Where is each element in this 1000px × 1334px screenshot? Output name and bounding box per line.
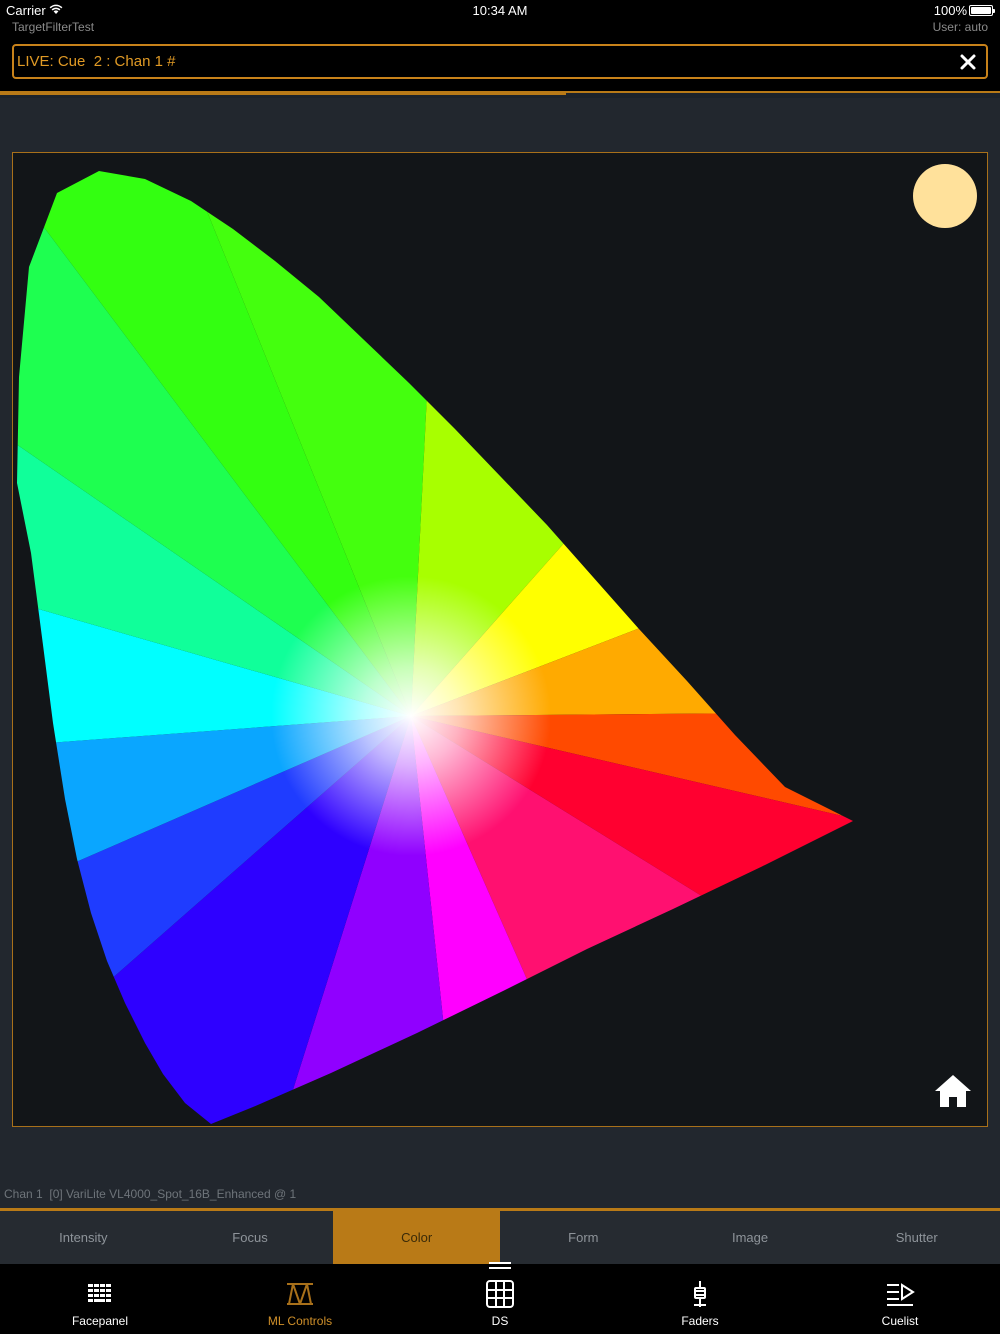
nav-facepanel[interactable]: Facepanel (0, 1264, 200, 1334)
close-icon[interactable] (956, 50, 980, 74)
ds-grid-icon (486, 1280, 514, 1308)
nav-label: ML Controls (267, 1314, 333, 1328)
home-icon[interactable] (931, 1071, 975, 1111)
faders-icon (694, 1281, 706, 1307)
facepanel-icon (88, 1284, 111, 1302)
status-bar: Carrier TargetFilterTest 10:34 AM 100% U… (0, 0, 1000, 40)
app-name-label: TargetFilterTest (12, 20, 95, 34)
main-area: Chan 1 [0] VariLite VL4000_Spot_16B_Enha… (0, 98, 1000, 1208)
command-progress-fill (0, 91, 566, 95)
nav-ds[interactable]: DS (400, 1262, 600, 1334)
tab-focus[interactable]: Focus (167, 1211, 334, 1264)
command-progress-rest (566, 91, 1000, 93)
color-picker-frame[interactable] (12, 152, 988, 1127)
tab-intensity[interactable]: Intensity (0, 1211, 167, 1264)
nav-label: Faders (681, 1314, 719, 1328)
nav-label: Facepanel (71, 1314, 129, 1328)
tab-image[interactable]: Image (667, 1211, 834, 1264)
nav-label: Cuelist (881, 1314, 919, 1328)
command-progress (0, 91, 1000, 98)
cie-color-gamut[interactable] (13, 153, 988, 1127)
ml-controls-icon (287, 1283, 313, 1305)
battery-percent: 100% (933, 3, 967, 18)
command-line-text: LIVE: Cue 2 : Chan 1 # (17, 53, 176, 70)
cuelist-icon (887, 1283, 915, 1306)
user-label: User: auto (932, 20, 988, 34)
attribute-tabs: Intensity Focus Color Form Image Shutter (0, 1208, 1000, 1264)
current-color-swatch[interactable] (913, 164, 977, 228)
bottom-nav: Facepanel ML Controls DS Faders Cuelist (0, 1262, 1000, 1334)
drag-handle-icon[interactable] (489, 1262, 511, 1270)
clock: 10:34 AM (472, 3, 528, 18)
command-line[interactable]: LIVE: Cue 2 : Chan 1 # (12, 44, 988, 79)
tab-shutter[interactable]: Shutter (833, 1211, 1000, 1264)
nav-ml-controls[interactable]: ML Controls (200, 1264, 400, 1334)
nav-faders[interactable]: Faders (600, 1264, 800, 1334)
tab-color[interactable]: Color (333, 1211, 501, 1264)
channel-info: Chan 1 [0] VariLite VL4000_Spot_16B_Enha… (4, 1187, 297, 1201)
tab-form[interactable]: Form (500, 1211, 667, 1264)
nav-cuelist[interactable]: Cuelist (800, 1264, 1000, 1334)
nav-label: DS (491, 1314, 509, 1328)
battery-icon (969, 5, 995, 16)
